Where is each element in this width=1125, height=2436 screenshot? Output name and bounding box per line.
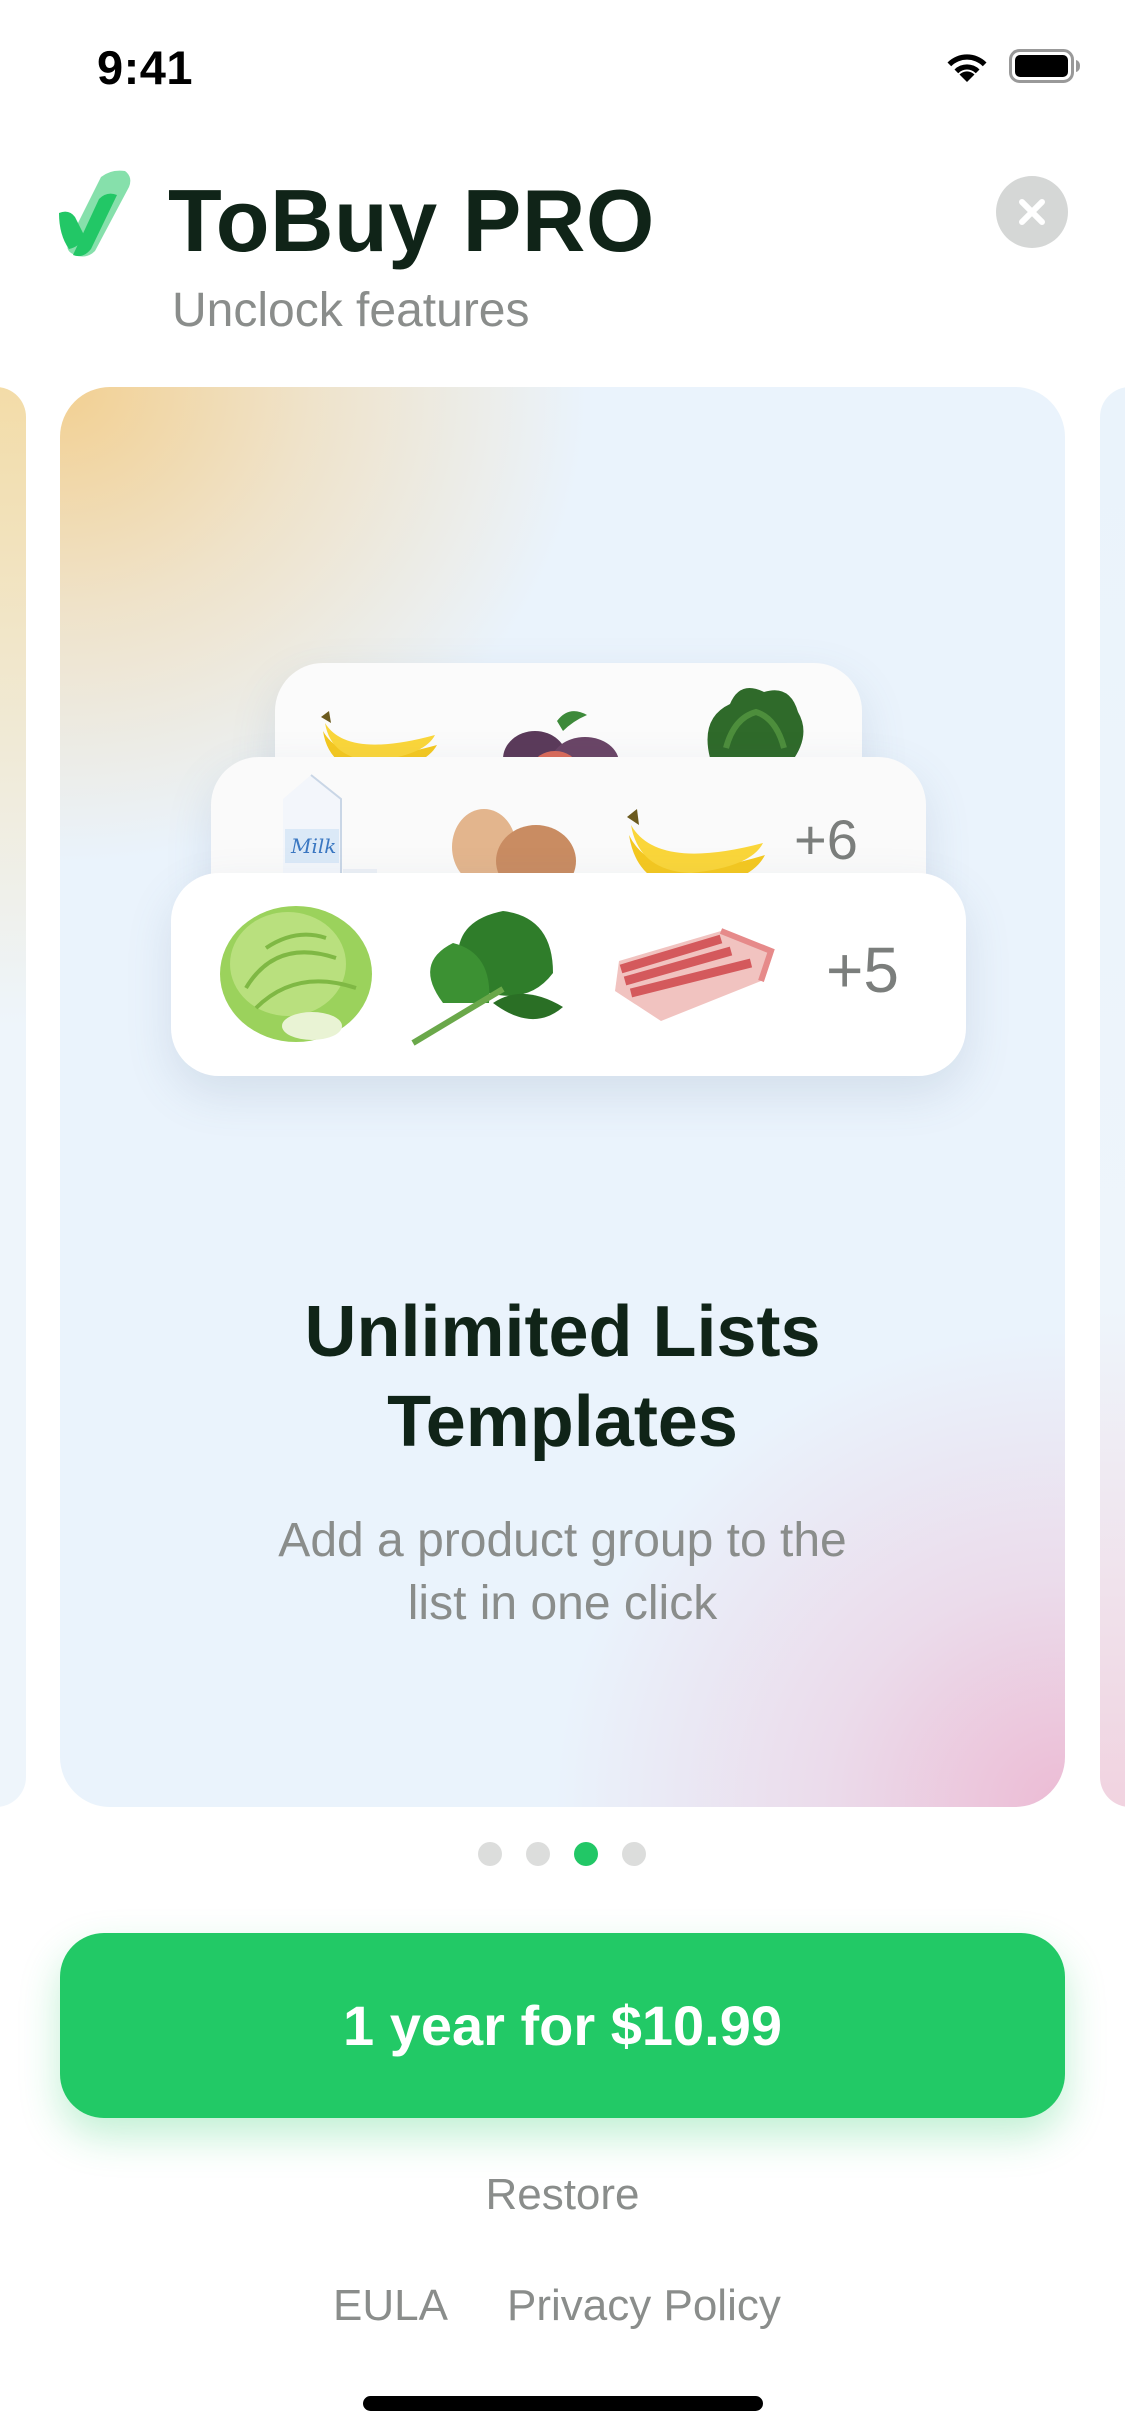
status-bar: 9:41 [0,0,1125,135]
home-indicator[interactable] [363,2396,763,2411]
more-items-count: +5 [826,934,899,1006]
pork-belly-image [615,928,775,1021]
status-time: 9:41 [97,41,194,94]
carousel-next-card[interactable] [1100,387,1125,1807]
eula-link[interactable]: EULA [333,2281,448,2331]
app-title: ToBuy PRO [168,171,655,270]
page-dot[interactable] [526,1842,550,1866]
page-dot[interactable] [478,1842,502,1866]
feature-title-line: Unlimited Lists [304,1292,821,1372]
privacy-policy-link[interactable]: Privacy Policy [507,2281,781,2331]
paywall-screen: 9:41 ToBuy PRO Unclock features Milk +6 … [0,0,1125,2436]
template-card[interactable]: +5 [171,873,966,1076]
page-indicator[interactable] [478,1842,646,1866]
lettuce-image [220,906,372,1042]
close-button[interactable] [996,176,1068,248]
feature-card[interactable]: Milk +6 +5 Unlimited Lists Templates Add… [60,387,1065,1807]
app-subtitle: Unclock features [172,284,530,337]
status-icons [943,48,1081,84]
spinach-image [411,911,563,1046]
footer-links: EULA Privacy Policy [0,2281,1125,2341]
feature-title: Unlimited Lists Templates [60,1287,1065,1467]
svg-text:Milk: Milk [290,834,336,858]
feature-description-line: Add a product group to the [278,1514,847,1567]
feature-title-line: Templates [387,1382,738,1462]
page-dot-active[interactable] [574,1842,598,1866]
battery-icon [1009,49,1080,83]
wifi-icon [947,54,987,82]
more-items-count: +6 [794,808,858,871]
subscribe-button[interactable]: 1 year for $10.99 [60,1933,1065,2118]
page-dot[interactable] [622,1842,646,1866]
feature-description: Add a product group to the list in one c… [210,1509,915,1635]
restore-link[interactable]: Restore [0,2170,1125,2220]
close-icon [1019,199,1045,225]
carousel-previous-card[interactable] [0,387,26,1807]
feature-description-line: list in one click [407,1577,718,1630]
checkmark-logo-icon [59,170,131,257]
